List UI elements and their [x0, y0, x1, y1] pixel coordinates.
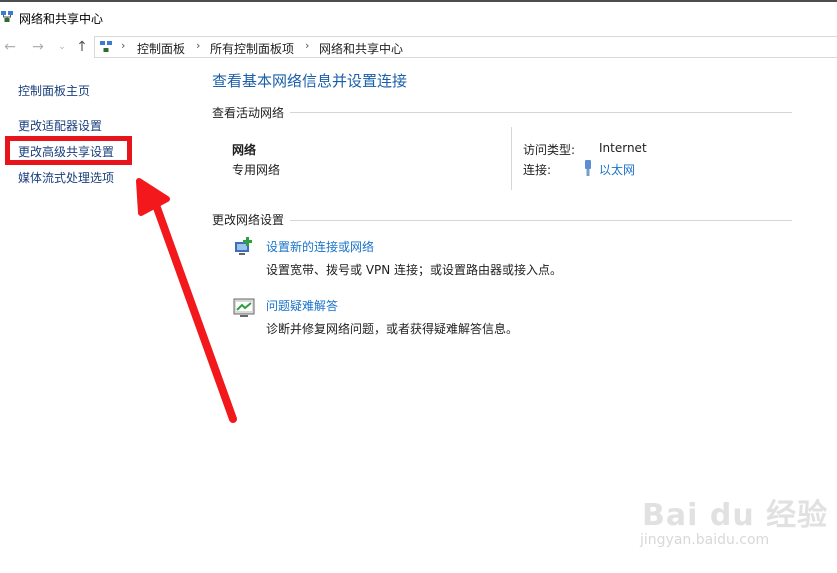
connection-ethernet-link[interactable]: 以太网 [599, 161, 635, 178]
watermark-logo: Bai du 经验 [642, 498, 829, 533]
connections-label: 连接: [523, 163, 552, 177]
network-divider [511, 127, 512, 190]
breadcrumb-separator-icon[interactable]: › [121, 39, 125, 52]
troubleshoot-link[interactable]: 问题疑难解答 [266, 297, 338, 314]
section-divider [290, 220, 792, 221]
change-settings-header: 更改网络设置 [212, 213, 285, 227]
window-title: 网络和共享中心 [19, 12, 104, 26]
sidebar-item-control-panel-home[interactable]: 控制面板主页 [18, 82, 90, 99]
control-panel-icon [100, 41, 112, 52]
network-name: 网络 [232, 143, 257, 157]
active-networks-header: 查看活动网络 [212, 106, 285, 120]
breadcrumb-separator-icon[interactable]: › [305, 39, 309, 52]
access-type-value: Internet [599, 141, 647, 155]
arrow-right-icon[interactable]: → [30, 38, 46, 56]
troubleshoot-desc: 诊断并修复网络问题，或者获得疑难解答信息。 [266, 322, 519, 336]
setup-new-connection-link[interactable]: 设置新的连接或网络 [266, 238, 374, 255]
sidebar-item-adapter-settings[interactable]: 更改适配器设置 [18, 117, 102, 134]
access-type-label: 访问类型: [523, 143, 576, 157]
page-title: 查看基本网络信息并设置连接 [212, 72, 408, 90]
breadcrumb-all-items[interactable]: 所有控制面板项 [210, 40, 294, 57]
watermark: Bai du 经验 jingyan.baidu.com [640, 480, 830, 560]
address-bar[interactable]: › 控制面板 › 所有控制面板项 › 网络和共享中心 [94, 36, 837, 58]
breadcrumb-network-center[interactable]: 网络和共享中心 [319, 40, 403, 57]
troubleshoot-icon [233, 298, 255, 317]
breadcrumb-separator-icon[interactable]: › [196, 39, 200, 52]
breadcrumb-control-panel[interactable]: 控制面板 [137, 40, 185, 57]
watermark-url: jingyan.baidu.com [640, 532, 770, 548]
new-connection-icon [235, 237, 252, 255]
network-center-icon [1, 11, 13, 22]
chevron-down-icon[interactable]: ⌄ [54, 38, 70, 56]
setup-new-connection-desc: 设置宽带、拨号或 VPN 连接；或设置路由器或接入点。 [266, 263, 563, 277]
arrow-left-icon[interactable]: ← [2, 38, 18, 56]
highlight-box [5, 136, 132, 165]
network-type: 专用网络 [232, 163, 281, 177]
section-divider [290, 112, 792, 113]
sidebar-item-media-streaming[interactable]: 媒体流式处理选项 [18, 169, 114, 186]
navigation-bar: ← → ⌄ ↑ › 控制面板 › 所有控制面板项 › 网络和共享中心 [0, 34, 837, 62]
title-bar: 网络和共享中心 [0, 0, 837, 32]
arrow-up-icon[interactable]: ↑ [74, 38, 90, 56]
ethernet-icon [585, 160, 591, 176]
